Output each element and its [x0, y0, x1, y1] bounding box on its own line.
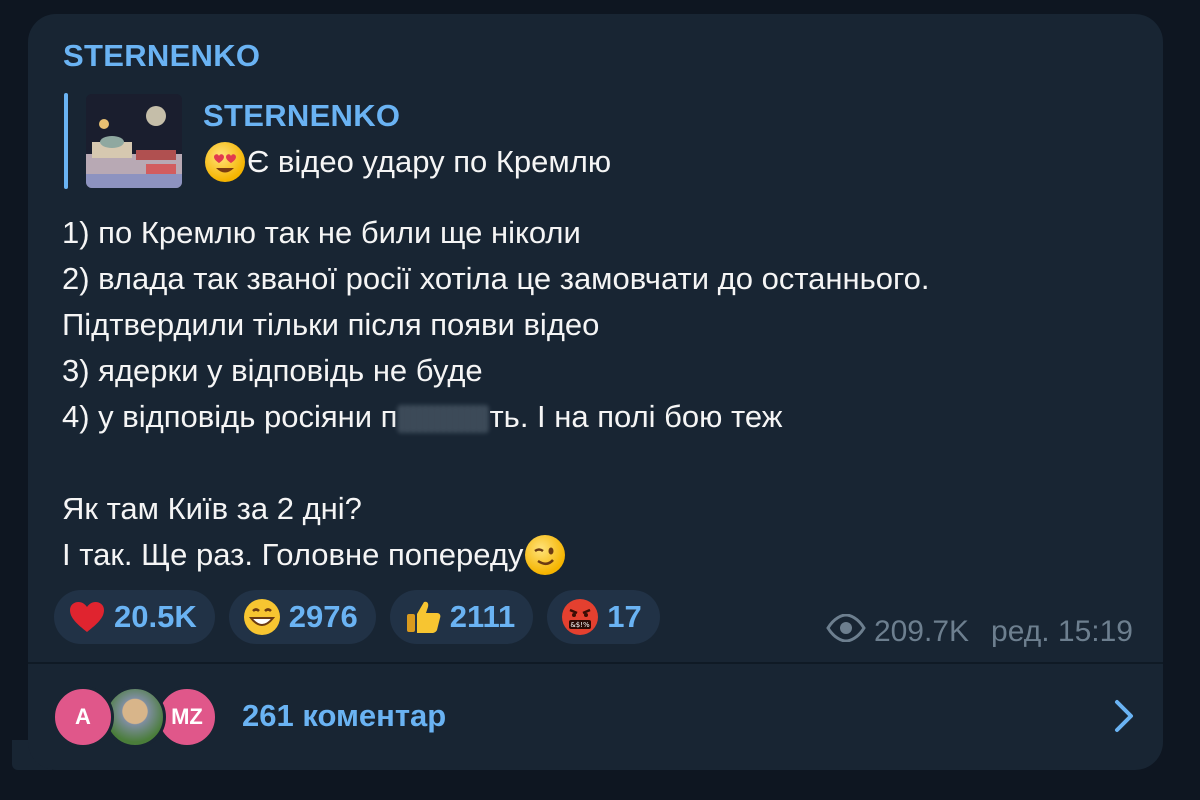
reaction-count: 17 [607, 599, 642, 634]
text-line: 1) по Кремлю так не били ще ніколи [62, 215, 581, 250]
reaction-count: 2976 [288, 599, 358, 634]
message-meta: 209.7K ред. 15:19 [826, 613, 1133, 650]
heart-eyes-emoji-icon [205, 142, 245, 182]
eye-icon [826, 613, 866, 650]
text-line: Підтвердили тільки після появи відео [62, 307, 600, 342]
forward-preview-text: Є відео удару по Кремлю [205, 142, 611, 182]
reaction-grin[interactable]: 2976 [228, 590, 376, 644]
text-segment: ть. І на полі бою теж [489, 399, 783, 434]
text-line: Як там Київ за 2 дні? [62, 491, 362, 526]
commenter-avatars: MZ A [52, 686, 222, 748]
text-line: 3) ядерки у відповідь не буде [62, 353, 483, 388]
edited-timestamp: ред. 15:19 [991, 615, 1133, 648]
message-text: 1) по Кремлю так не били ще ніколи 2) вл… [62, 210, 1142, 578]
text-segment: І так. Ще раз. Головне попереду [62, 537, 524, 572]
kremlin-night-image [86, 94, 182, 188]
channel-name[interactable]: STERNENKO [63, 38, 260, 74]
red-heart-icon [68, 598, 106, 636]
avatar: A [52, 686, 114, 748]
winking-face-emoji-icon [525, 535, 566, 575]
spoiler-text[interactable] [397, 404, 490, 433]
reaction-count: 20.5K [114, 599, 197, 634]
text-segment: 4) у відповідь росіяни п [62, 399, 398, 434]
comments-button[interactable]: MZ A 261 коментар [28, 664, 1163, 770]
reaction-heart[interactable]: 20.5K [54, 590, 215, 644]
grinning-face-icon [243, 598, 281, 636]
comments-count-label: 261 коментар [242, 698, 447, 733]
forward-text: Є відео удару по Кремлю [247, 144, 612, 179]
view-count: 209.7K [873, 615, 970, 648]
forward-thumbnail[interactable] [86, 94, 182, 188]
reaction-cursing[interactable]: &$!% 17 [547, 590, 660, 644]
cursing-face-icon: &$!% [561, 598, 599, 636]
reaction-thumbs-up[interactable]: 2111 [389, 590, 534, 644]
text-line-with-emoji: І так. Ще раз. Головне попереду [62, 532, 1142, 578]
reactions-bar: 20.5K 2976 2111 &$!% 17 [54, 590, 660, 644]
text-line-with-spoiler: 4) у відповідь росіяни п ть. І на полі бо… [62, 394, 1142, 440]
chevron-right-icon [1115, 700, 1133, 732]
text-line: 2) влада так званої росії хотіла це замо… [62, 261, 930, 296]
message-bubble: STERNENKO STERNENKO Є відео удару по Кре… [28, 14, 1163, 770]
forward-channel-name[interactable]: STERNENKO [203, 98, 400, 134]
svg-text:&$!%: &$!% [571, 621, 591, 629]
forward-accent-bar [64, 93, 68, 189]
reaction-count: 2111 [449, 599, 516, 634]
thumbs-up-icon [404, 598, 442, 636]
